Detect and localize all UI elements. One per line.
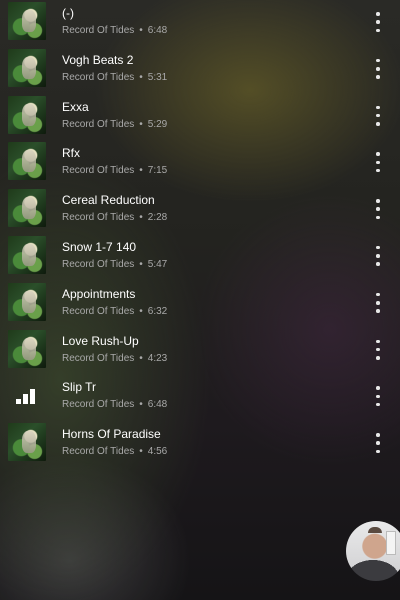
track-duration: 5:31 [147,71,168,83]
meta-separator: • [139,165,143,177]
meta-separator: • [139,446,143,458]
meta-separator: • [139,118,143,130]
album-art-thumbnail [8,48,46,87]
more-vert-icon[interactable] [370,105,386,126]
track-title: Horns Of Paradise [62,427,161,442]
track-artist: Record Of Tides [62,305,135,317]
track-meta: Record Of Tides • 5:29 [62,119,167,130]
track-meta: Record Of Tides • 6:48 [62,399,167,410]
album-art-thumbnail [8,423,46,462]
track-duration: 7:15 [147,165,168,177]
track-title: Love Rush-Up [62,333,139,348]
more-vert-icon[interactable] [370,58,386,79]
track-title: Appointments [62,286,136,301]
track-row[interactable]: Love Rush-Up Record Of Tides • 4:23 [0,328,400,375]
more-vert-icon[interactable] [370,12,386,32]
track-row[interactable]: Exxa Record Of Tides • 5:29 [0,94,400,141]
more-vert-icon[interactable] [370,245,386,266]
album-art-thumbnail [8,2,46,40]
album-art-thumbnail [8,142,46,181]
meta-separator: • [139,71,143,83]
album-art-thumbnail [8,329,46,368]
track-row[interactable]: Appointments Record Of Tides • 6:32 [0,281,400,328]
floating-video-avatar[interactable] [346,521,400,581]
track-meta: Record Of Tides • 7:15 [62,165,167,176]
track-meta: Record Of Tides • 4:23 [62,353,167,364]
track-list: (-) Record Of Tides • 6:48 Vogh Beats 2 Re… [0,0,400,468]
track-row[interactable]: (-) Record Of Tides • 6:48 [0,0,400,47]
meta-separator: • [139,305,143,317]
track-title: Snow 1-7 140 [62,239,137,254]
track-meta: Record Of Tides • 6:32 [62,306,167,317]
more-vert-icon[interactable] [370,433,386,454]
track-duration: 4:56 [147,446,168,458]
track-artist: Record Of Tides [62,446,135,458]
album-art-thumbnail [8,95,46,134]
equalizer-bars-icon [16,384,40,405]
track-duration: 6:48 [147,399,168,411]
album-art-thumbnail [8,282,46,321]
track-duration: 5:29 [147,118,168,130]
track-duration: 5:47 [147,258,168,270]
track-row[interactable]: Cereal Reduction Record Of Tides • 2:28 [0,187,400,234]
track-duration: 2:28 [147,212,168,224]
track-meta: Record Of Tides • 4:56 [62,446,167,457]
track-artist: Record Of Tides [62,165,135,177]
track-row[interactable]: Snow 1-7 140 Record Of Tides • 5:47 [0,234,400,281]
meta-separator: • [139,258,143,270]
more-vert-icon[interactable] [370,386,386,407]
track-meta: Record Of Tides • 5:31 [62,72,167,83]
track-artist: Record Of Tides [62,71,135,83]
track-artist: Record Of Tides [62,212,135,224]
meta-separator: • [139,352,143,364]
track-meta: Record Of Tides • 6:48 [62,25,167,36]
track-title: Vogh Beats 2 [62,52,134,67]
track-artist: Record Of Tides [62,258,135,270]
track-meta: Record Of Tides • 5:47 [62,259,167,270]
track-duration: 4:23 [147,352,168,364]
track-artist: Record Of Tides [62,118,135,130]
meta-separator: • [139,212,143,224]
more-vert-icon[interactable] [370,292,386,313]
more-vert-icon[interactable] [370,199,386,220]
track-duration: 6:48 [147,25,168,36]
album-art-thumbnail [8,235,46,274]
track-row-now-playing[interactable]: Slip Tr Record Of Tides • 6:48 [0,374,400,421]
more-vert-icon[interactable] [370,339,386,360]
track-title: Exxa [62,99,89,114]
track-artist: Record Of Tides [62,352,135,364]
track-artist: Record Of Tides [62,25,135,36]
track-row[interactable]: Horns Of Paradise Record Of Tides • 4:56 [0,421,400,468]
album-art-thumbnail [8,189,46,228]
track-title: Cereal Reduction [62,193,155,208]
more-vert-icon[interactable] [370,152,386,173]
track-meta: Record Of Tides • 2:28 [62,212,167,223]
meta-separator: • [139,25,143,36]
track-title: Rfx [62,146,80,161]
track-artist: Record Of Tides [62,399,135,411]
track-title: Slip Tr [62,380,97,395]
track-row[interactable]: Rfx Record Of Tides • 7:15 [0,140,400,187]
track-title: (-) [62,6,74,20]
track-row[interactable]: Vogh Beats 2 Record Of Tides • 5:31 [0,47,400,94]
meta-separator: • [139,399,143,411]
track-duration: 6:32 [147,305,168,317]
